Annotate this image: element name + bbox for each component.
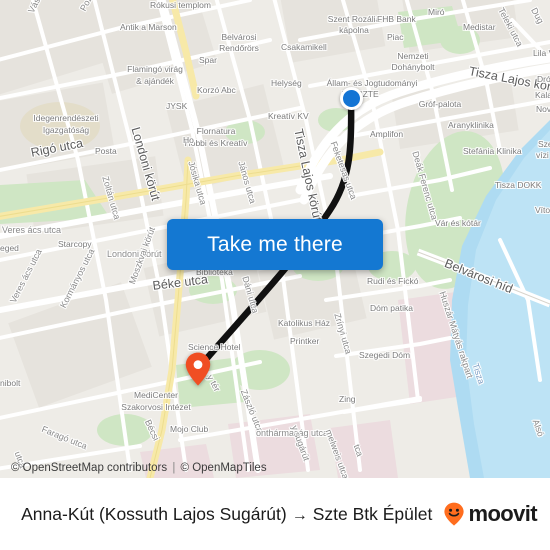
route-footer-bar: Anna-Kút (Kossuth Lajos Sugárút) → Szte Bt… — [0, 478, 550, 550]
route-arrow-icon: → — [291, 506, 308, 524]
attribution-osm[interactable]: © OpenStreetMap contributors — [11, 462, 167, 474]
route-origin-label: Anna-Kút (Kossuth Lajos Sugárút) — [21, 503, 287, 524]
origin-marker[interactable] — [340, 87, 363, 110]
moovit-logo-icon — [444, 502, 465, 526]
take-me-there-button[interactable]: Take me there — [167, 219, 383, 270]
moovit-brand[interactable]: moovit — [441, 501, 550, 527]
route-destination-label: Szte Btk Épület — [312, 503, 433, 524]
route-summary: Anna-Kút (Kossuth Lajos Sugárút) → Szte Bt… — [0, 504, 441, 525]
destination-marker[interactable] — [185, 352, 211, 386]
moovit-route-map-screen: Vásas SzerPozsonyi IgnAntik a MarsonRóku… — [0, 0, 550, 550]
map-canvas[interactable]: Vásas SzerPozsonyi IgnAntik a MarsonRóku… — [0, 0, 550, 478]
moovit-wordmark: moovit — [468, 501, 537, 526]
attribution-separator: | — [172, 462, 176, 474]
attribution-tiles[interactable]: © OpenMapTiles — [181, 462, 267, 474]
map-pin-icon — [185, 352, 211, 386]
map-attribution: © OpenStreetMap contributors | © OpenMap… — [0, 462, 550, 478]
